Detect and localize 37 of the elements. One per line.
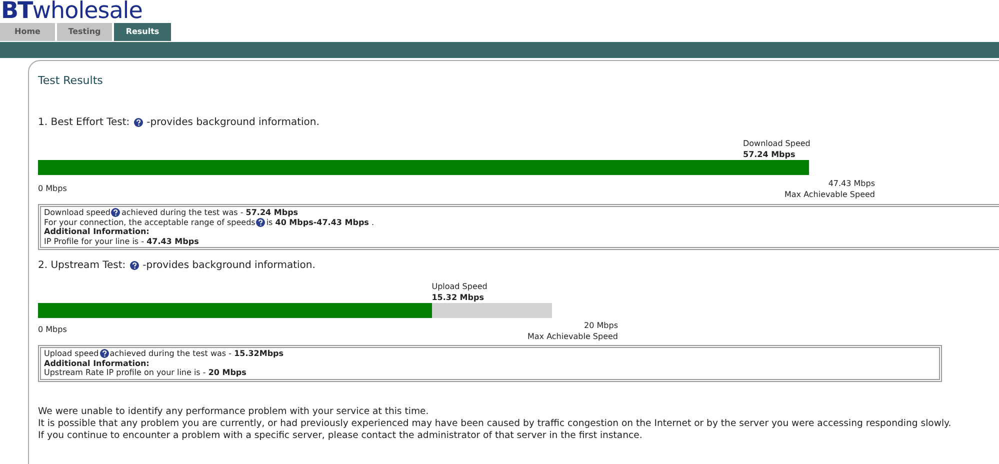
summary-text: We were unable to identify any performance problem with your service at this time. [38,406,430,418]
info-heading: Additional Information: [44,358,150,368]
speed-label: Download Speed [743,138,810,149]
info-text: Download speed [44,208,110,218]
help-icon[interactable] [100,349,109,358]
max-speed-label: Max Achievable Speed [526,331,618,342]
info-note: -provides background information. [142,258,316,272]
speed-value: 15.32 Mbps [432,292,485,303]
info-text: achieved during the test was - 15.32Mbps [110,349,284,358]
test-heading: 1. Best Effort Test: [38,116,130,130]
info-text: is 40 Mbps-47.43 Mbps . [266,218,374,227]
max-speed-value: 47.43 Mbps [827,178,875,189]
summary-text: It is possible that any problem you are currently, or had previously experienced may have been caused by traffic congestion on the Internet or by the server you were accessing responding slowly. [38,418,952,430]
max-speed-label: Max Achievable Speed [783,189,875,200]
info-heading: Additional Information: [44,227,150,236]
scale-min-label: 0 Mbps [38,324,67,335]
info-text: achieved during the test was - 57.24 Mbps [121,208,298,218]
speed-label: Upload Speed [432,281,488,292]
nav-tab[interactable]: Results [114,23,171,41]
help-icon[interactable] [130,260,139,270]
info-note: -provides background information. [146,116,320,130]
info-text: Upload speed [44,349,99,358]
nav-tab[interactable]: Home [0,23,55,41]
scale-min-label: 0 Mbps [38,183,67,194]
info-text: Upstream Rate IP profile on your line is - 20 Mbps [44,368,246,378]
nav-tab[interactable]: Testing [57,23,112,41]
help-icon[interactable] [134,118,143,126]
test-heading: 2. Upstream Test: [38,258,126,272]
info-text: For your connection, the acceptable range of speeds [44,218,256,227]
help-icon[interactable] [111,208,120,218]
logo: BTwholesale [0,0,144,22]
summary-text: If you continue to encounter a problem with a specific server, please contact the administrator of that server in the first instance. [38,430,644,442]
help-icon[interactable] [256,218,266,227]
speed-value: 57.24 Mbps [743,149,796,160]
info-text: IP Profile for your line is - 47.43 Mbps [44,236,199,246]
page-title: Test Results [38,73,104,89]
max-speed-value: 20 Mbps [583,320,618,331]
